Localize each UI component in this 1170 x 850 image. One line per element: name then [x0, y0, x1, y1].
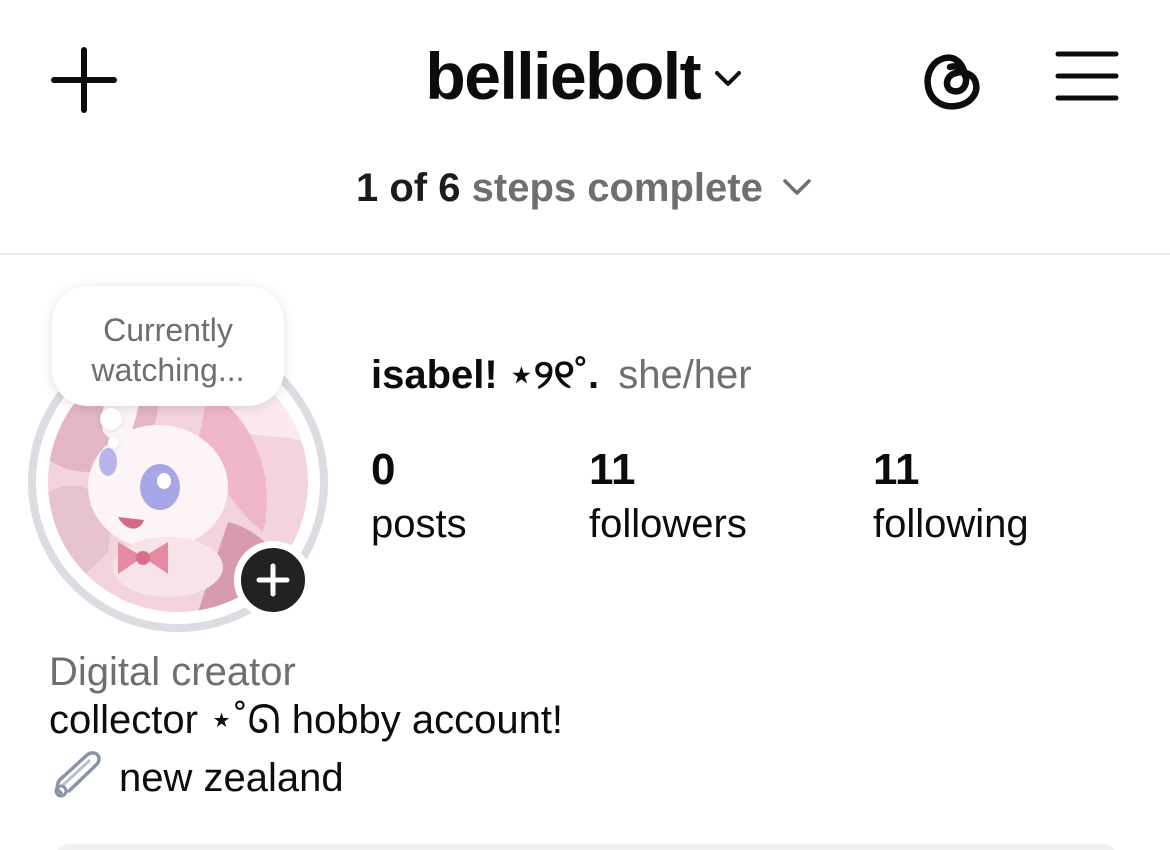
- stat-label: following: [873, 502, 1029, 546]
- profile-name-line: isabel! ⋆୨୧˚. she/her: [371, 352, 752, 398]
- location-text: new zealand: [119, 756, 344, 800]
- hamburger-menu-icon: [1055, 51, 1119, 101]
- note-bubble-tail: [100, 408, 122, 430]
- note-bubble-tail-small: [108, 437, 119, 448]
- stat-value: 11: [589, 445, 636, 494]
- profile-category: Digital creator: [49, 650, 296, 694]
- steps-count: 1 of 6: [356, 166, 461, 210]
- stat-label: posts: [371, 502, 467, 546]
- header-divider: [0, 253, 1170, 255]
- stat-value: 11: [873, 445, 920, 494]
- chevron-down-icon: [783, 179, 811, 196]
- safety-pin-icon: [54, 751, 101, 798]
- display-name: isabel! ⋆୨୧˚.: [371, 353, 600, 397]
- pronouns: she/her: [618, 353, 752, 397]
- top-navigation-bar: belliebolt: [0, 0, 1170, 150]
- stat-label: followers: [589, 502, 747, 546]
- followers-count[interactable]: 11 followers: [589, 444, 747, 552]
- edit-profile-button-edge[interactable]: [56, 844, 1116, 850]
- profile-bio: collector ⋆˚ᘏ hobby account!: [49, 698, 564, 742]
- posts-count[interactable]: 0 posts: [371, 444, 467, 552]
- steps-label: steps complete: [471, 166, 763, 210]
- profile-location: new zealand: [49, 751, 344, 803]
- profile-username: belliebolt: [425, 39, 701, 113]
- note-text-line1: Currently: [103, 312, 233, 348]
- threads-icon: [924, 54, 980, 110]
- onboarding-steps-toggle[interactable]: 1 of 6 steps complete: [0, 166, 1170, 211]
- following-count[interactable]: 11 following: [873, 444, 1029, 552]
- add-story-button[interactable]: [234, 541, 312, 619]
- menu-button[interactable]: [1052, 46, 1122, 106]
- plus-icon: [256, 563, 290, 597]
- chevron-down-icon: [714, 71, 741, 86]
- note-bubble[interactable]: Currently watching...: [52, 286, 284, 406]
- account-switcher[interactable]: belliebolt: [0, 38, 1170, 114]
- threads-button[interactable]: [918, 46, 988, 116]
- stat-value: 0: [371, 445, 396, 494]
- note-text-line2: watching...: [91, 352, 245, 388]
